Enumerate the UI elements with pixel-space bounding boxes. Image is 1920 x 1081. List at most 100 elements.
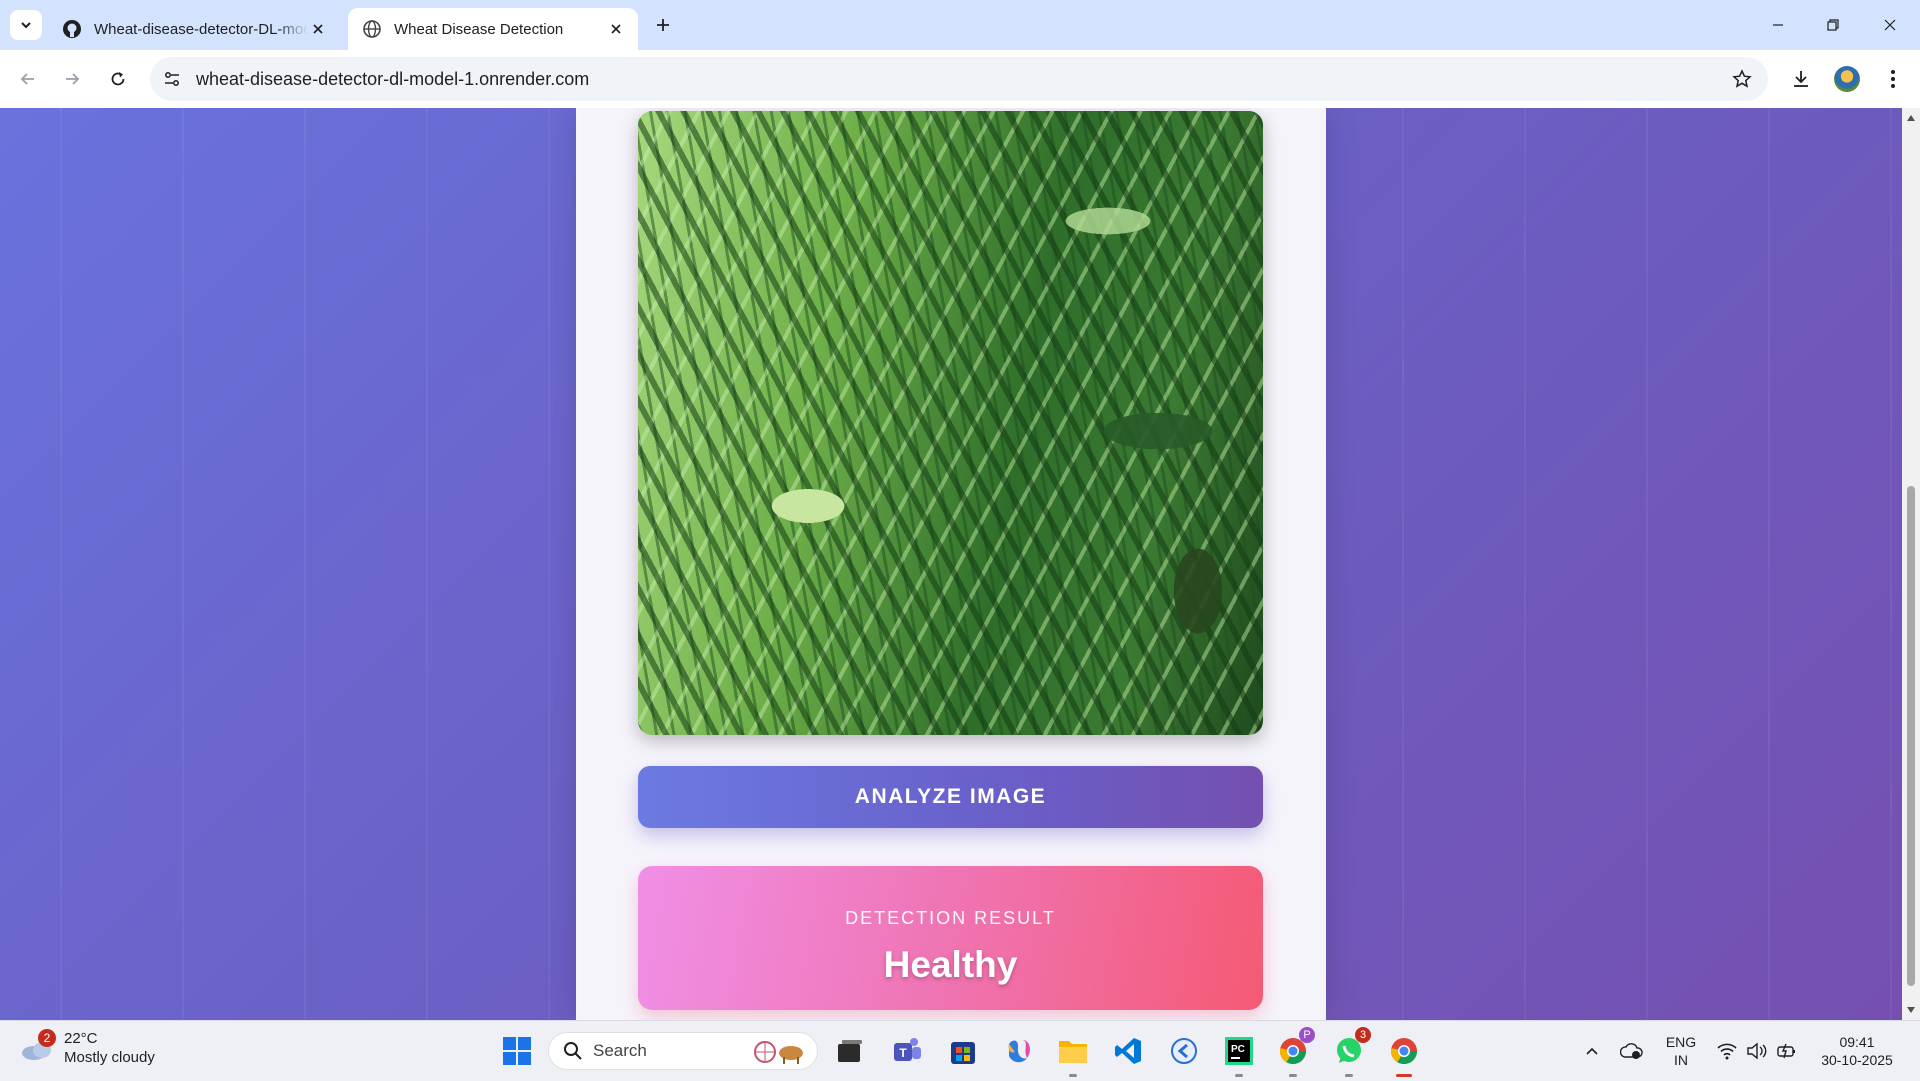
teams-app[interactable]: T [887, 1031, 927, 1071]
tab-github[interactable]: Wheat-disease-detector-DL-model-1 [48, 8, 340, 50]
tab-title: Wheat Disease Detection [394, 20, 564, 38]
weather-widget[interactable]: 2 22°C Mostly cloudy [20, 1029, 155, 1067]
app-arrow[interactable] [1164, 1031, 1204, 1071]
detection-result-card: DETECTION RESULT Healthy [638, 866, 1263, 1010]
file-explorer-app[interactable] [1053, 1031, 1093, 1077]
scroll-up-icon[interactable] [1905, 112, 1917, 124]
scroll-thumb[interactable] [1907, 486, 1915, 986]
battery-charging-icon [1777, 1043, 1795, 1059]
weather-badge: 2 [38, 1029, 56, 1047]
more-vert-icon [1891, 70, 1895, 88]
language-indicator[interactable]: ENG IN [1660, 1033, 1702, 1069]
vscode-icon [1115, 1038, 1141, 1064]
restore-button[interactable] [1815, 10, 1851, 40]
wifi-icon [1717, 1043, 1737, 1060]
chrome-app[interactable] [1384, 1031, 1424, 1077]
running-indicator [1235, 1074, 1243, 1077]
circle-arrow-icon [1171, 1038, 1197, 1064]
start-button[interactable] [497, 1031, 537, 1071]
minimize-button[interactable] [1760, 10, 1796, 40]
close-window-button[interactable] [1872, 10, 1908, 40]
windows-taskbar: 2 22°C Mostly cloudy Search T PC P 3 ENG… [0, 1020, 1920, 1081]
minimize-icon [1773, 24, 1783, 26]
result-value: Healthy [883, 944, 1018, 985]
downloads-button[interactable] [1786, 64, 1816, 94]
profile-badge: P [1299, 1027, 1315, 1043]
uploaded-image-preview [638, 111, 1263, 735]
site-settings-icon[interactable] [158, 65, 186, 93]
show-hidden-icons[interactable] [1572, 1031, 1612, 1071]
close-icon [1884, 19, 1896, 31]
cloud-sync-icon [1620, 1043, 1643, 1059]
arrow-left-icon [20, 73, 34, 85]
analyze-image-button[interactable]: ANALYZE IMAGE [638, 766, 1263, 828]
teams-icon: T [894, 1038, 921, 1061]
store-icon [951, 1042, 975, 1064]
date: 30-10-2025 [1821, 1052, 1893, 1068]
battery-status[interactable] [1767, 1031, 1807, 1071]
onedrive-status[interactable] [1612, 1031, 1652, 1071]
folder-icon [1059, 1041, 1087, 1063]
chrome-profile-app[interactable]: P [1273, 1027, 1315, 1077]
browser-toolbar: wheat-disease-detector-dl-model-1.onrend… [0, 50, 1920, 109]
chrome-icon [1390, 1038, 1418, 1065]
copilot-icon [1008, 1040, 1030, 1063]
reload-button[interactable] [104, 65, 132, 93]
notification-badge: 3 [1355, 1027, 1371, 1043]
avatar [1834, 66, 1860, 92]
search-highlight-icon [754, 1041, 803, 1064]
tab-title: Wheat-disease-detector-DL-model-1 [94, 20, 308, 38]
arrow-right-icon [66, 73, 80, 85]
tab-strip: Wheat-disease-detector-DL-model-1 Wheat … [0, 0, 1920, 50]
clock[interactable]: 09:41 30-10-2025 [1812, 1033, 1902, 1069]
github-icon [63, 20, 81, 38]
tab-wheat-disease-detection[interactable]: Wheat Disease Detection [348, 8, 638, 50]
result-label: DETECTION RESULT [845, 908, 1056, 928]
pycharm-icon: PC [1225, 1037, 1253, 1065]
task-view-button[interactable] [830, 1031, 870, 1071]
new-tab-button[interactable] [650, 12, 676, 38]
store-app[interactable] [943, 1031, 983, 1071]
taskbar-search[interactable]: Search [548, 1032, 818, 1070]
language-code: ENG [1665, 1034, 1697, 1050]
active-indicator [1396, 1074, 1412, 1077]
page-viewport: ANALYZE IMAGE DETECTION RESULT Healthy [0, 108, 1902, 1020]
weather-condition: Mostly cloudy [64, 1049, 155, 1066]
svg-text:T: T [899, 1046, 907, 1060]
tab-search-button[interactable] [10, 10, 42, 40]
page-scrollbar[interactable] [1902, 108, 1920, 1020]
windows-icon [503, 1037, 531, 1065]
close-icon[interactable] [606, 19, 626, 39]
back-button[interactable] [14, 65, 42, 93]
region-code: IN [1674, 1052, 1688, 1068]
close-icon[interactable] [308, 19, 328, 39]
plus-icon [657, 19, 669, 31]
vscode-app[interactable] [1108, 1031, 1148, 1071]
bookmark-star-icon[interactable] [1728, 65, 1756, 93]
running-indicator [1069, 1074, 1077, 1077]
chevron-down-icon [21, 22, 31, 29]
search-icon [564, 1042, 582, 1060]
task-view-icon [838, 1040, 862, 1062]
search-placeholder: Search [593, 1041, 647, 1060]
menu-button[interactable] [1878, 64, 1908, 94]
running-indicator [1289, 1074, 1297, 1077]
chevron-up-icon [1586, 1047, 1598, 1055]
time: 09:41 [1839, 1034, 1875, 1050]
weather-temp: 22°C [64, 1030, 98, 1047]
download-icon [1794, 71, 1808, 87]
address-bar[interactable]: wheat-disease-detector-dl-model-1.onrend… [150, 57, 1768, 101]
profile-button[interactable] [1832, 64, 1862, 94]
reload-icon [111, 72, 125, 86]
speaker-icon [1747, 1042, 1767, 1060]
cloud-icon: 2 [20, 1029, 56, 1063]
globe-icon [363, 20, 381, 38]
main-card: ANALYZE IMAGE DETECTION RESULT Healthy [576, 108, 1326, 1020]
forward-button[interactable] [58, 65, 86, 93]
url-text: wheat-disease-detector-dl-model-1.onrend… [196, 68, 590, 89]
running-indicator [1345, 1074, 1353, 1077]
scroll-down-icon[interactable] [1905, 1004, 1917, 1016]
copilot-app[interactable] [998, 1031, 1038, 1071]
pycharm-app[interactable]: PC [1219, 1031, 1259, 1077]
whatsapp-app[interactable]: 3 [1329, 1027, 1371, 1077]
